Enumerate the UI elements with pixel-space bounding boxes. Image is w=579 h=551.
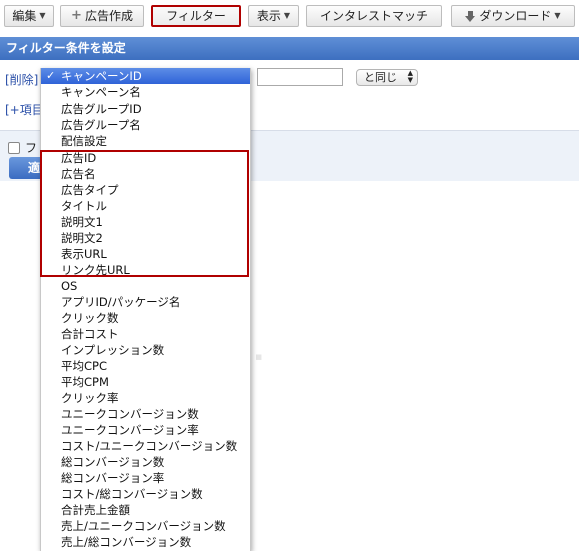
view-menu-button[interactable]: 表示 ▼ [248, 5, 299, 27]
checkbox-label: フ [25, 141, 38, 155]
option-label: 売上/ユニークコンバージョン数 [61, 519, 226, 533]
dropdown-option-28[interactable]: 売上/ユニークコンバージョン数 [41, 518, 250, 534]
dropdown-option-3[interactable]: 広告グループ名 [41, 117, 250, 133]
option-label: コスト/総コンバージョン数 [61, 487, 203, 501]
view-label: 表示 [256, 9, 281, 23]
dropdown-option-20[interactable]: クリック率 [41, 390, 250, 406]
dropdown-option-15[interactable]: クリック数 [41, 310, 250, 326]
option-checkbox[interactable] [8, 142, 20, 154]
dropdown-option-8[interactable]: タイトル [41, 198, 250, 214]
dropdown-option-6[interactable]: 広告名 [41, 166, 250, 182]
filter-label: フィルター [166, 9, 226, 23]
option-label: 総コンバージョン数 [61, 455, 165, 469]
dropdown-option-7[interactable]: 広告タイプ [41, 182, 250, 198]
edit-label: 編集 [12, 9, 37, 23]
filter-button[interactable]: フィルター [151, 5, 241, 27]
option-label: 合計売上金額 [61, 503, 130, 517]
add-item-link[interactable]: [+項目 [5, 101, 44, 118]
chevron-down-icon: ▼ [283, 11, 291, 20]
dropdown-option-29[interactable]: 売上/総コンバージョン数 [41, 534, 250, 550]
dropdown-option-16[interactable]: 合計コスト [41, 326, 250, 342]
interest-match-label: インタレストマッチ [319, 9, 428, 23]
dropdown-option-9[interactable]: 説明文1 [41, 214, 250, 230]
operator-select[interactable]: と同じ ▲ ▼ [356, 69, 418, 86]
download-menu-button[interactable]: ダウンロード ▼ [451, 5, 575, 27]
background-ghost-text: ▪ [255, 350, 263, 363]
edit-menu-button[interactable]: 編集 ▼ [4, 5, 54, 27]
option-label: アプリID/パッケージ名 [61, 295, 181, 309]
option-label: 広告グループID [61, 102, 142, 116]
option-label: OS [61, 279, 78, 293]
select-arrows-icon: ▲ ▼ [407, 69, 413, 84]
check-icon: ✓ [46, 69, 56, 82]
option-label: 説明文2 [61, 231, 103, 245]
dropdown-option-1[interactable]: キャンペーン名 [41, 84, 250, 100]
option-label: クリック数 [61, 311, 119, 325]
chevron-down-icon: ▼ [554, 11, 561, 20]
option-label: キャンペーンID [61, 69, 142, 83]
option-label: 平均CPC [61, 359, 107, 373]
chevron-down-icon: ▼ [39, 11, 46, 20]
dropdown-option-11[interactable]: 表示URL [41, 246, 250, 262]
create-ad-button[interactable]: + 広告作成 [60, 5, 144, 27]
download-icon [465, 10, 476, 22]
download-label: ダウンロード [479, 9, 552, 23]
option-label: リンク先URL [61, 263, 130, 277]
dropdown-option-27[interactable]: 合計売上金額 [41, 502, 250, 518]
dropdown-option-13[interactable]: OS [41, 278, 250, 294]
option-label: 広告タイプ [61, 183, 119, 197]
dropdown-option-19[interactable]: 平均CPM [41, 374, 250, 390]
dropdown-option-23[interactable]: コスト/ユニークコンバージョン数 [41, 438, 250, 454]
option-label: インプレッション数 [61, 343, 165, 357]
operator-value: と同じ [364, 71, 397, 84]
dropdown-option-24[interactable]: 総コンバージョン数 [41, 454, 250, 470]
field-select-dropdown[interactable]: ✓ キャンペーンID キャンペーン名 広告グループID 広告グループ名 配信設定… [40, 68, 251, 551]
option-label: 平均CPM [61, 375, 109, 389]
option-label: 売上/総コンバージョン数 [61, 535, 192, 549]
option-label: キャンペーン名 [61, 85, 141, 99]
dropdown-option-14[interactable]: アプリID/パッケージ名 [41, 294, 250, 310]
dropdown-option-12[interactable]: リンク先URL [41, 262, 250, 278]
dropdown-option-22[interactable]: ユニークコンバージョン率 [41, 422, 250, 438]
dropdown-option-10[interactable]: 説明文2 [41, 230, 250, 246]
option-label: 総コンバージョン率 [61, 471, 165, 485]
dropdown-option-26[interactable]: コスト/総コンバージョン数 [41, 486, 250, 502]
plus-icon: + [71, 8, 82, 23]
option-label: ユニークコンバージョン数 [61, 407, 199, 421]
dropdown-option-4[interactable]: 配信設定 [41, 133, 250, 149]
option-label: クリック率 [61, 391, 119, 405]
option-label: 広告グループ名 [61, 118, 141, 132]
dropdown-option-17[interactable]: インプレッション数 [41, 342, 250, 358]
interest-match-button[interactable]: インタレストマッチ [306, 5, 442, 27]
filter-section-header: フィルター条件を設定 [0, 37, 579, 60]
filter-value-input[interactable] [257, 68, 343, 86]
dropdown-option-21[interactable]: ユニークコンバージョン数 [41, 406, 250, 422]
dropdown-option-0[interactable]: ✓ キャンペーンID [41, 68, 250, 84]
toolbar: 編集 ▼ + 広告作成 フィルター 表示 ▼ インタレストマッチ ダウンロード … [0, 0, 579, 36]
dropdown-option-2[interactable]: 広告グループID [41, 101, 250, 117]
option-label: 広告名 [61, 167, 96, 181]
option-label: タイトル [61, 199, 107, 213]
option-label: コスト/ユニークコンバージョン数 [61, 439, 238, 453]
option-label: 配信設定 [61, 134, 107, 148]
dropdown-option-18[interactable]: 平均CPC [41, 358, 250, 374]
create-ad-label: 広告作成 [84, 9, 133, 23]
option-label: 広告ID [61, 151, 97, 165]
dropdown-option-5[interactable]: 広告ID [41, 150, 250, 166]
option-label: ユニークコンバージョン率 [61, 423, 199, 437]
delete-condition-link[interactable]: [削除] [5, 71, 38, 88]
option-label: 表示URL [61, 247, 107, 261]
dropdown-option-25[interactable]: 総コンバージョン率 [41, 470, 250, 486]
option-label: 合計コスト [61, 327, 119, 341]
option-label: 説明文1 [61, 215, 103, 229]
